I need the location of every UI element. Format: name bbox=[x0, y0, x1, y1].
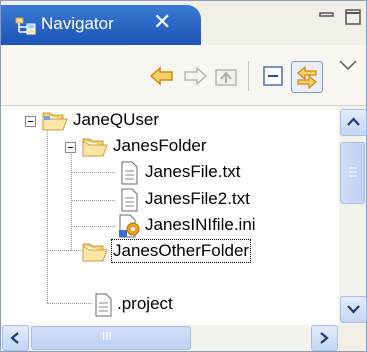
navigator-view: Navigator ✕ JaneQUser JanesFolder JanesF… bbox=[0, 0, 367, 352]
resource-tree: JaneQUser JanesFolder JanesFile.txt Jane… bbox=[1, 106, 338, 325]
forward-arrow-icon[interactable] bbox=[180, 61, 210, 91]
tree-item-janesinifile-ini[interactable]: JanesINIfile.ini bbox=[1, 213, 338, 239]
tree-item-label: JanesFile.txt bbox=[145, 162, 241, 181]
tree-item-janesfile-txt[interactable]: JanesFile.txt bbox=[1, 160, 338, 186]
collapse-all-icon[interactable] bbox=[258, 61, 288, 91]
collapse-icon[interactable] bbox=[65, 142, 76, 153]
folder-open-icon bbox=[82, 243, 108, 262]
up-folder-icon[interactable] bbox=[211, 61, 241, 91]
view-title-bar: Navigator ✕ bbox=[1, 1, 366, 45]
scroll-right-button[interactable] bbox=[311, 325, 338, 351]
view-title: Navigator bbox=[41, 14, 114, 33]
chevron-up-icon bbox=[347, 117, 360, 126]
scroll-down-button[interactable] bbox=[340, 296, 367, 323]
horizontal-scroll-thumb[interactable]: III bbox=[31, 326, 191, 350]
tree-item-label: .project bbox=[117, 294, 173, 313]
tree-item-label: JanesFile2.txt bbox=[145, 189, 250, 208]
collapse-icon[interactable] bbox=[25, 116, 36, 127]
chevron-left-icon bbox=[10, 332, 19, 344]
view-toolbar bbox=[1, 45, 366, 106]
tree-item-label: JanesFolder bbox=[113, 136, 207, 155]
navigator-icon bbox=[15, 17, 36, 35]
grip-icon bbox=[349, 167, 357, 177]
scrollbar-corner bbox=[339, 325, 366, 351]
text-file-icon bbox=[121, 188, 138, 212]
scroll-left-button[interactable] bbox=[2, 325, 29, 351]
minimize-icon[interactable] bbox=[317, 7, 337, 27]
navigator-tab[interactable]: Navigator ✕ bbox=[1, 5, 201, 45]
chevron-right-icon bbox=[320, 332, 329, 344]
tree-item-label: JanesINIfile.ini bbox=[145, 215, 256, 234]
project-folder-icon bbox=[42, 112, 68, 131]
maximize-icon[interactable] bbox=[343, 7, 363, 27]
grip-icon: III bbox=[102, 330, 112, 343]
tree-item-janequser[interactable]: JaneQUser bbox=[1, 108, 338, 134]
text-file-icon bbox=[121, 161, 138, 185]
link-with-editor-icon[interactable] bbox=[291, 61, 323, 93]
folder-open-icon bbox=[82, 138, 108, 157]
vertical-scrollbar[interactable] bbox=[339, 106, 367, 325]
tree-item-label: JaneQUser bbox=[73, 110, 159, 129]
view-menu-icon[interactable] bbox=[335, 55, 361, 75]
close-icon[interactable]: ✕ bbox=[153, 10, 171, 35]
tree-item-janesfolder[interactable]: JanesFolder bbox=[1, 134, 338, 160]
ini-file-icon bbox=[119, 214, 140, 238]
file-icon bbox=[95, 293, 112, 317]
toolbar-separator bbox=[248, 61, 249, 91]
vertical-scroll-thumb[interactable] bbox=[340, 142, 365, 204]
tree-item-janesotherfolder[interactable]: JanesOtherFolder bbox=[1, 239, 338, 265]
tree-item-label: JanesOtherFolder bbox=[110, 239, 252, 263]
tree-item-project-file[interactable]: .project bbox=[1, 292, 338, 318]
back-arrow-icon[interactable] bbox=[147, 61, 177, 91]
horizontal-scrollbar[interactable]: III bbox=[1, 325, 339, 351]
tree-item-janesfile2-txt[interactable]: JanesFile2.txt bbox=[1, 187, 338, 213]
chevron-down-icon bbox=[347, 305, 360, 314]
scroll-up-button[interactable] bbox=[340, 109, 367, 136]
